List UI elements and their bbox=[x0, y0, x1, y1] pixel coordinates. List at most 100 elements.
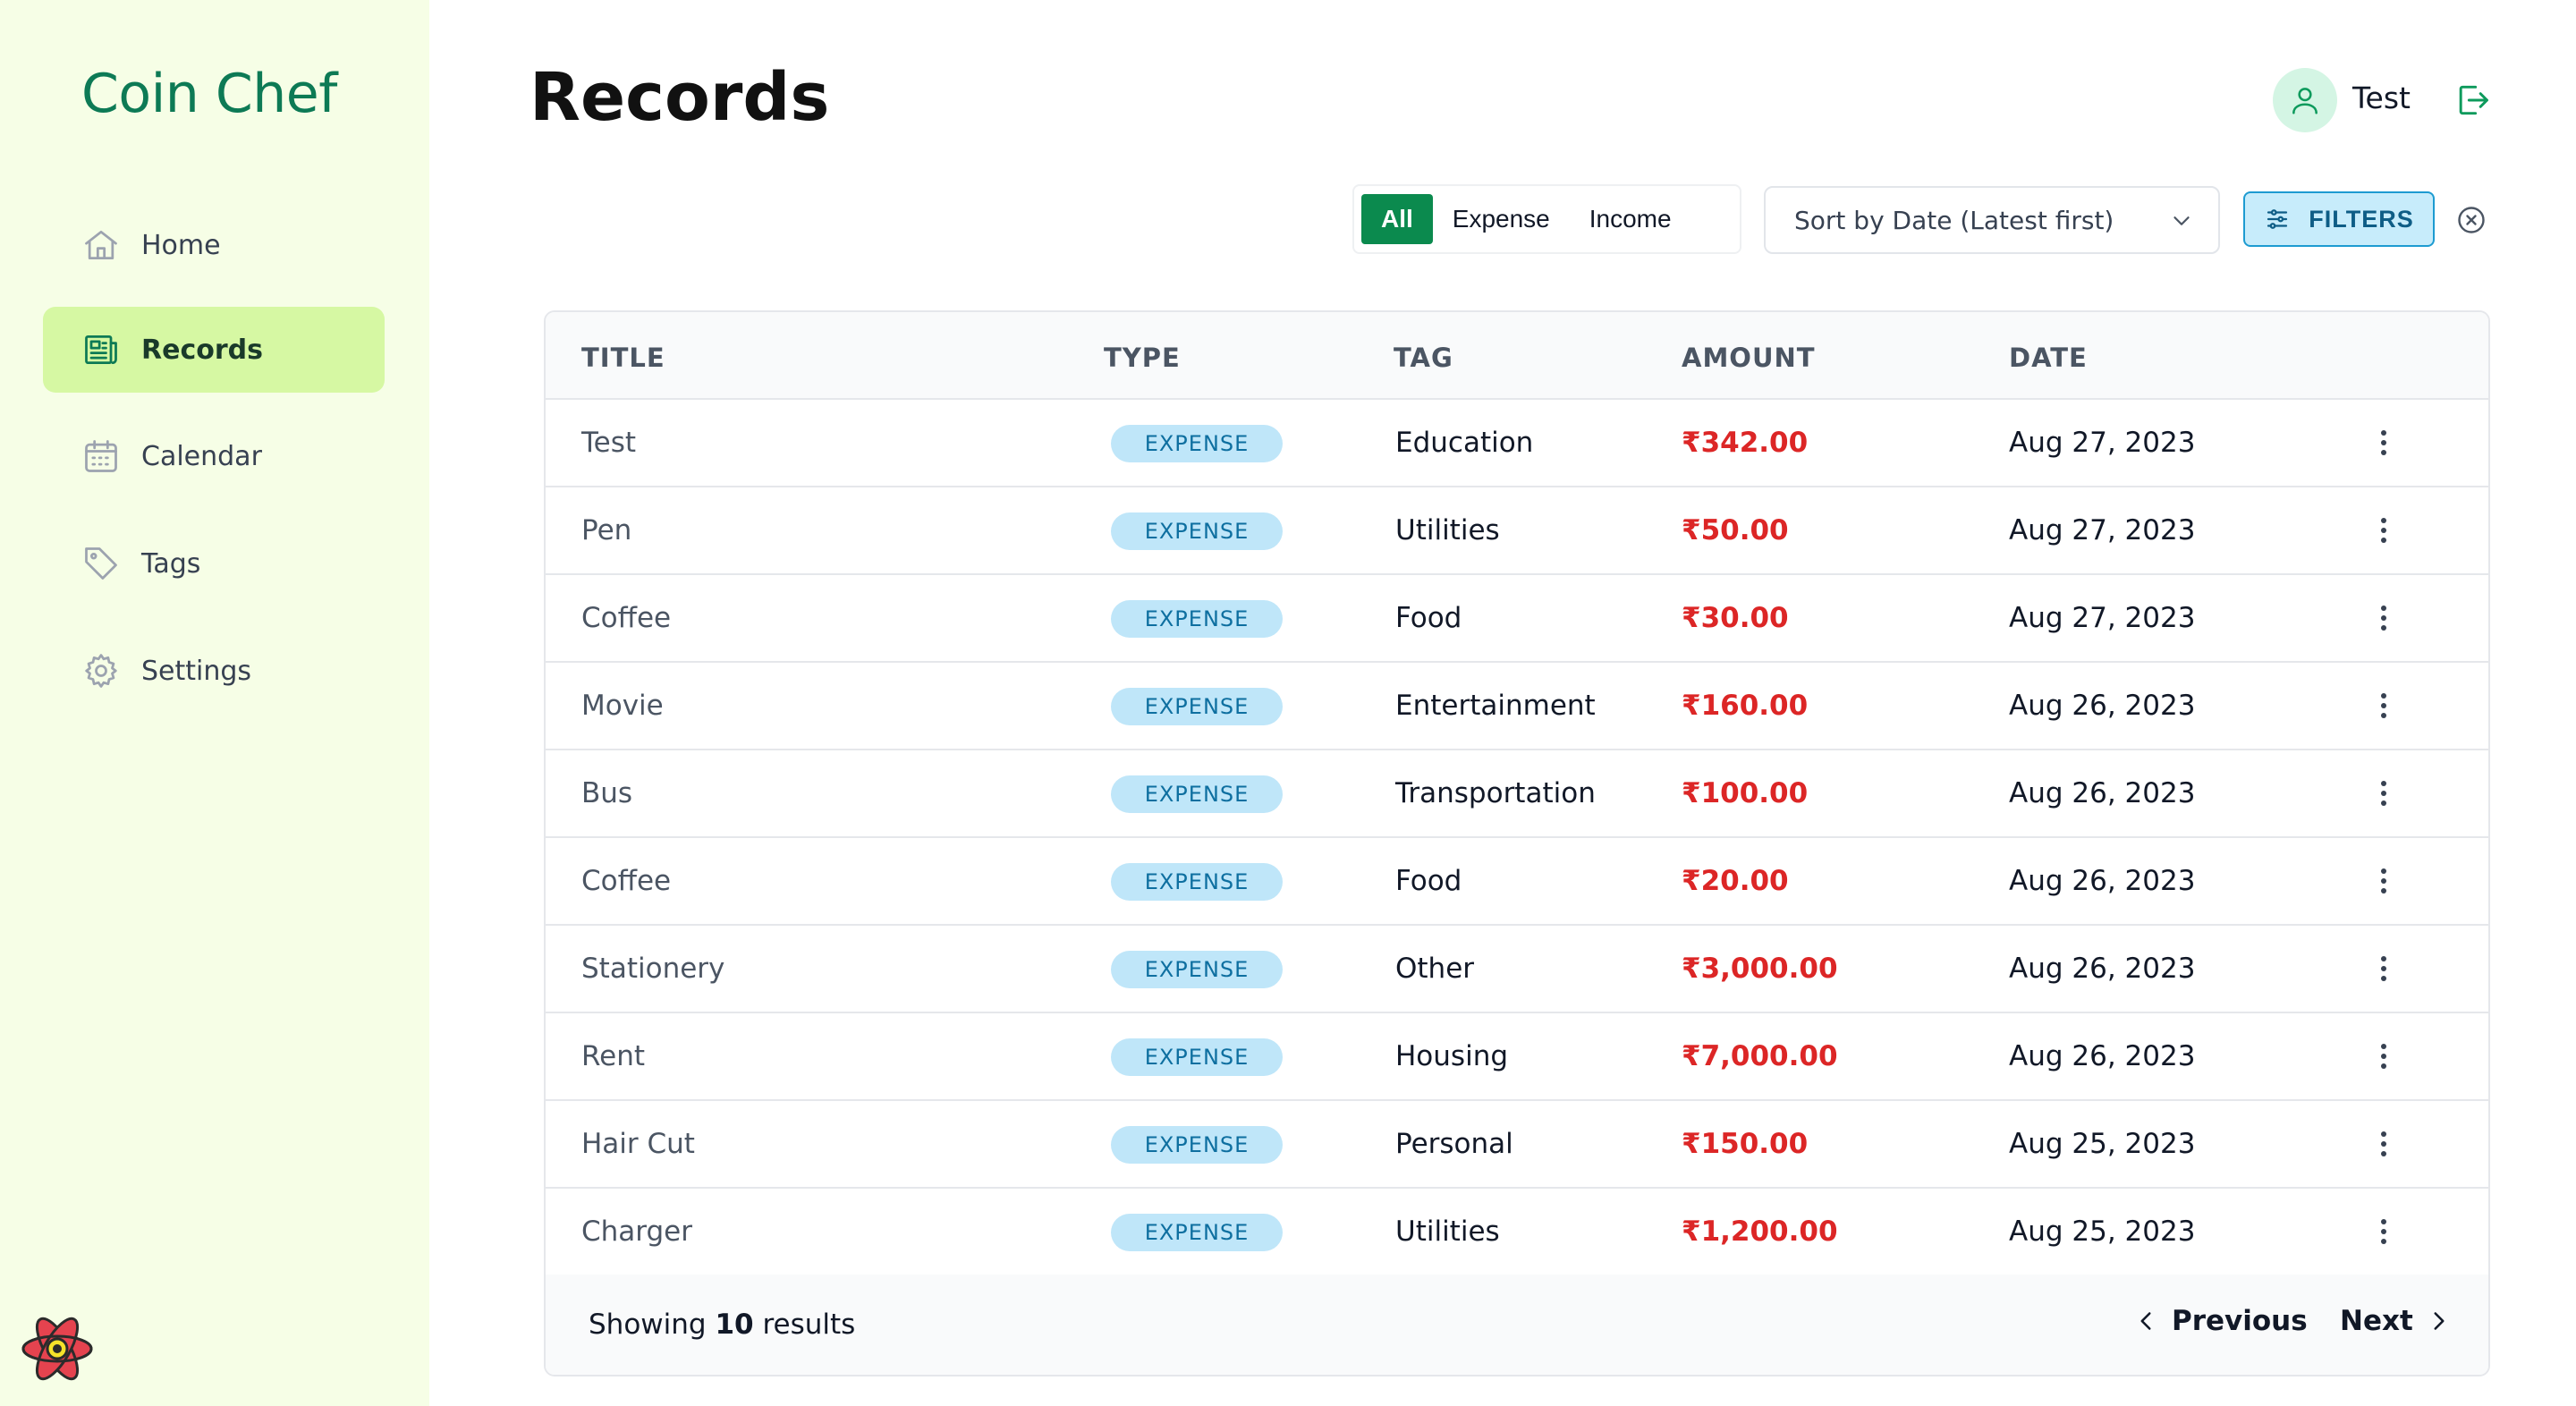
previous-label: Previous bbox=[2172, 1305, 2308, 1337]
sidebar-item-tags[interactable]: Tags bbox=[43, 521, 385, 606]
sidebar-item-label: Tags bbox=[141, 547, 201, 580]
more-options-icon[interactable] bbox=[2370, 1126, 2397, 1162]
table-footer: Showing 10 results Previous Next bbox=[546, 1275, 2488, 1375]
column-header-date: DATE bbox=[2009, 343, 2088, 373]
more-options-icon[interactable] bbox=[2370, 600, 2397, 636]
results-count: Showing 10 results bbox=[589, 1309, 855, 1341]
record-date: Aug 26, 2023 bbox=[2009, 953, 2196, 985]
type-all-button[interactable]: All bbox=[1361, 194, 1433, 244]
more-options-icon[interactable] bbox=[2370, 951, 2397, 987]
type-badge: EXPENSE bbox=[1111, 425, 1283, 462]
type-toggle-group: All Expense Income bbox=[1352, 184, 1741, 254]
record-tag: Utilities bbox=[1395, 1215, 1500, 1248]
record-title: Stationery bbox=[581, 953, 725, 985]
type-expense-button[interactable]: Expense bbox=[1433, 194, 1570, 244]
record-tag: Utilities bbox=[1395, 514, 1500, 546]
table-row[interactable]: Charger EXPENSE Utilities ₹1,200.00 Aug … bbox=[546, 1189, 2488, 1276]
more-options-icon[interactable] bbox=[2370, 425, 2397, 461]
type-badge: EXPENSE bbox=[1111, 688, 1283, 725]
record-date: Aug 26, 2023 bbox=[2009, 690, 2196, 722]
record-amount: ₹160.00 bbox=[1682, 690, 1809, 722]
sidebar-item-home[interactable]: Home bbox=[43, 202, 385, 288]
record-title: Movie bbox=[581, 690, 664, 722]
table-row[interactable]: Coffee EXPENSE Food ₹30.00 Aug 27, 2023 bbox=[546, 575, 2488, 663]
sidebar-item-settings[interactable]: Settings bbox=[43, 628, 385, 714]
record-tag: Housing bbox=[1395, 1040, 1509, 1072]
react-devtools-icon[interactable] bbox=[20, 1311, 95, 1386]
more-options-icon[interactable] bbox=[2370, 1038, 2397, 1074]
record-date: Aug 26, 2023 bbox=[2009, 1040, 2196, 1072]
record-title: Hair Cut bbox=[581, 1128, 695, 1160]
record-tag: Transportation bbox=[1395, 777, 1596, 809]
record-date: Aug 27, 2023 bbox=[2009, 427, 2196, 459]
newspaper-icon bbox=[80, 329, 122, 370]
sidebar-item-label: Settings bbox=[141, 655, 252, 687]
clear-filters-icon[interactable] bbox=[2455, 204, 2487, 236]
type-badge: EXPENSE bbox=[1111, 951, 1283, 988]
record-tag: Education bbox=[1395, 427, 1534, 459]
type-badge: EXPENSE bbox=[1111, 600, 1283, 638]
table-row[interactable]: Pen EXPENSE Utilities ₹50.00 Aug 27, 202… bbox=[546, 487, 2488, 575]
column-header-type: TYPE bbox=[1104, 343, 1181, 373]
filters-button[interactable]: FILTERS bbox=[2243, 191, 2435, 247]
record-title: Charger bbox=[581, 1215, 692, 1248]
record-title: Coffee bbox=[581, 865, 672, 897]
user-icon bbox=[2292, 88, 2318, 114]
more-options-icon[interactable] bbox=[2370, 512, 2397, 548]
record-amount: ₹20.00 bbox=[1682, 865, 1789, 897]
table-row[interactable]: Test EXPENSE Education ₹342.00 Aug 27, 2… bbox=[546, 400, 2488, 487]
record-amount: ₹50.00 bbox=[1682, 514, 1789, 546]
table-row[interactable]: Rent EXPENSE Housing ₹7,000.00 Aug 26, 2… bbox=[546, 1013, 2488, 1101]
table-row[interactable]: Coffee EXPENSE Food ₹20.00 Aug 26, 2023 bbox=[546, 838, 2488, 926]
table-row[interactable]: Hair Cut EXPENSE Personal ₹150.00 Aug 25… bbox=[546, 1101, 2488, 1189]
record-title: Rent bbox=[581, 1040, 646, 1072]
results-number: 10 bbox=[715, 1309, 754, 1341]
more-options-icon[interactable] bbox=[2370, 775, 2397, 811]
brand-logo-text[interactable]: Coin Chef bbox=[81, 63, 337, 125]
username: Test bbox=[2352, 80, 2411, 115]
type-income-button[interactable]: Income bbox=[1570, 194, 1691, 244]
record-date: Aug 27, 2023 bbox=[2009, 514, 2196, 546]
sidebar-item-label: Home bbox=[141, 229, 221, 261]
results-suffix: results bbox=[762, 1309, 856, 1341]
record-amount: ₹342.00 bbox=[1682, 427, 1809, 459]
chevron-left-icon bbox=[2140, 1312, 2151, 1330]
sidebar: Coin Chef Home Records Calendar Tags Set… bbox=[0, 0, 429, 1406]
more-options-icon[interactable] bbox=[2370, 863, 2397, 899]
logout-icon[interactable] bbox=[2453, 80, 2492, 120]
more-options-icon[interactable] bbox=[2370, 688, 2397, 724]
next-button[interactable]: Next bbox=[2340, 1305, 2454, 1337]
table-row[interactable]: Movie EXPENSE Entertainment ₹160.00 Aug … bbox=[546, 663, 2488, 750]
column-header-tag: TAG bbox=[1394, 343, 1453, 373]
record-tag: Entertainment bbox=[1395, 690, 1596, 722]
type-badge: EXPENSE bbox=[1111, 512, 1283, 550]
more-options-icon[interactable] bbox=[2370, 1214, 2397, 1249]
record-amount: ₹1,200.00 bbox=[1682, 1215, 1838, 1248]
sliders-icon bbox=[2267, 209, 2288, 229]
results-prefix: Showing bbox=[589, 1309, 707, 1341]
gear-icon bbox=[80, 650, 122, 691]
record-date: Aug 26, 2023 bbox=[2009, 777, 2196, 809]
tag-icon bbox=[80, 543, 122, 584]
table-row[interactable]: Bus EXPENSE Transportation ₹100.00 Aug 2… bbox=[546, 750, 2488, 838]
avatar[interactable] bbox=[2273, 68, 2337, 132]
record-amount: ₹7,000.00 bbox=[1682, 1040, 1838, 1072]
sidebar-item-label: Records bbox=[141, 334, 263, 366]
next-label: Next bbox=[2340, 1305, 2413, 1337]
table-row[interactable]: Stationery EXPENSE Other ₹3,000.00 Aug 2… bbox=[546, 926, 2488, 1013]
sort-select[interactable]: Sort by Date (Latest first) bbox=[1764, 186, 2220, 254]
record-date: Aug 25, 2023 bbox=[2009, 1215, 2196, 1248]
record-tag: Personal bbox=[1395, 1128, 1513, 1160]
chevron-down-icon bbox=[2168, 208, 2195, 234]
record-amount: ₹100.00 bbox=[1682, 777, 1809, 809]
type-badge: EXPENSE bbox=[1111, 1214, 1283, 1251]
type-badge: EXPENSE bbox=[1111, 863, 1283, 901]
sidebar-item-calendar[interactable]: Calendar bbox=[43, 413, 385, 499]
record-title: Coffee bbox=[581, 602, 672, 634]
previous-button[interactable]: Previous bbox=[2131, 1305, 2308, 1337]
sidebar-item-records[interactable]: Records bbox=[43, 307, 385, 393]
sidebar-item-label: Calendar bbox=[141, 440, 262, 472]
record-amount: ₹150.00 bbox=[1682, 1128, 1809, 1160]
column-header-title: TITLE bbox=[581, 343, 665, 373]
record-title: Test bbox=[581, 427, 637, 459]
